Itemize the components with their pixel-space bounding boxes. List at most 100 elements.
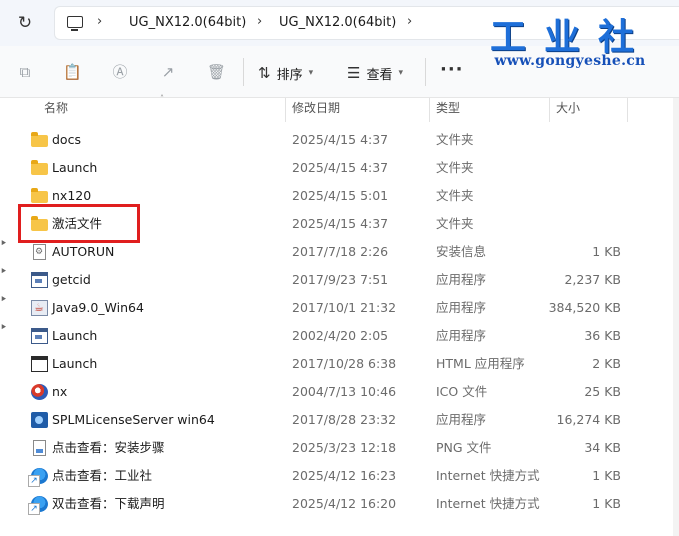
file-row[interactable]: Launch 2002/4/20 2:05 应用程序 36 KB xyxy=(0,322,679,350)
watermark-logo: 工业社 www.gongyeshe.cn xyxy=(470,8,670,78)
file-row[interactable]: 点击查看：工业社 2025/4/12 16:23 Internet 快捷方式 1 KB xyxy=(0,462,679,490)
window-icon xyxy=(31,356,48,372)
chevron-right-icon[interactable]: › xyxy=(407,14,412,29)
file-date: 2004/7/13 10:46 xyxy=(292,384,397,399)
file-name: 点击查看：工业社 xyxy=(52,468,153,483)
internet-shortcut-icon xyxy=(28,468,48,487)
file-date: 2025/4/15 5:01 xyxy=(292,188,389,203)
file-type: HTML 应用程序 xyxy=(436,356,525,371)
column-header-type[interactable]: 类型 xyxy=(436,98,460,122)
license-server-icon xyxy=(31,412,48,428)
file-type: 应用程序 xyxy=(436,272,487,287)
java-icon xyxy=(31,300,48,316)
file-row[interactable]: getcid 2017/9/23 7:51 应用程序 2,237 KB xyxy=(0,266,679,294)
file-type: 安装信息 xyxy=(436,244,487,259)
file-row[interactable]: SPLMLicenseServer win64 2017/8/28 23:32 应用… xyxy=(0,406,679,434)
delete-icon[interactable]: 🗑 xyxy=(207,63,226,81)
chevron-right-icon[interactable]: › xyxy=(97,14,102,29)
file-size: 1 KB xyxy=(592,468,621,483)
file-size: 25 KB xyxy=(584,384,621,399)
png-file-icon xyxy=(33,440,46,456)
folder-icon xyxy=(31,188,48,203)
file-type: 文件夹 xyxy=(436,188,474,203)
file-date: 2002/4/20 2:05 xyxy=(292,328,389,343)
file-name: nx xyxy=(52,384,68,399)
sort-icon: ⇅ xyxy=(258,64,271,82)
application-icon xyxy=(31,328,48,344)
file-row[interactable]: 点击查看：安装步骤 2025/3/23 12:18 PNG 文件 34 KB xyxy=(0,434,679,462)
file-row[interactable]: Launch 2025/4/15 4:37 文件夹 xyxy=(0,154,679,182)
chevron-down-icon: ▾ xyxy=(308,68,314,78)
folder-icon xyxy=(31,132,48,147)
file-row[interactable]: docs 2025/4/15 4:37 文件夹 xyxy=(0,126,679,154)
file-name: docs xyxy=(52,132,81,147)
vertical-scrollbar[interactable] xyxy=(673,98,679,536)
internet-shortcut-icon xyxy=(28,496,48,515)
file-date: 2017/8/28 23:32 xyxy=(292,412,397,427)
sort-label: 排序 xyxy=(276,67,303,83)
column-divider[interactable] xyxy=(285,98,286,122)
view-button[interactable]: ☰ 查看 ▾ xyxy=(347,62,403,84)
file-type: 应用程序 xyxy=(436,328,487,343)
column-divider[interactable] xyxy=(429,98,430,122)
file-list: docs 2025/4/15 4:37 文件夹 Launch 2025/4/15 4:3… xyxy=(0,126,679,518)
column-header-date[interactable]: 修改日期 xyxy=(292,98,340,122)
file-type: 应用程序 xyxy=(436,300,487,315)
chevron-down-icon: ▾ xyxy=(398,68,403,78)
file-date: 2025/4/15 4:37 xyxy=(292,216,389,231)
file-size: 36 KB xyxy=(584,328,621,343)
chevron-right-icon[interactable]: › xyxy=(257,14,262,29)
file-type: 文件夹 xyxy=(436,216,474,231)
application-icon xyxy=(31,272,48,288)
breadcrumb-item[interactable]: UG_NX12.0(64bit) xyxy=(279,15,396,30)
file-type: 应用程序 xyxy=(436,412,487,427)
toolbar-divider xyxy=(243,58,244,86)
file-row[interactable]: Java9.0_Win64 2017/10/1 21:32 应用程序 384,520 … xyxy=(0,294,679,322)
file-date: 2025/4/15 4:37 xyxy=(292,160,389,175)
column-divider[interactable] xyxy=(549,98,550,122)
file-date: 2017/10/1 21:32 xyxy=(292,300,397,315)
more-options-button[interactable]: ··· xyxy=(440,59,464,80)
file-row[interactable]: 双击查看：下载声明 2025/4/12 16:20 Internet 快捷方式 1 K… xyxy=(0,490,679,518)
file-date: 2017/7/18 2:26 xyxy=(292,244,389,259)
breadcrumb-item[interactable]: UG_NX12.0(64bit) xyxy=(129,15,246,30)
file-type: ICO 文件 xyxy=(436,384,488,399)
paste-icon[interactable]: 📋 xyxy=(63,63,82,81)
share-icon[interactable]: ↗ xyxy=(159,63,177,81)
toolbar-divider xyxy=(425,58,426,86)
file-name: Launch xyxy=(52,160,98,175)
file-size: 34 KB xyxy=(584,440,621,455)
file-size: 1 KB xyxy=(592,244,621,259)
file-size: 384,520 KB xyxy=(548,300,621,315)
copy-icon[interactable]: ⧉ xyxy=(16,63,34,81)
column-header-name[interactable]: 名称 xyxy=(44,98,68,122)
folder-icon xyxy=(31,160,48,175)
file-size: 2 KB xyxy=(592,356,621,371)
refresh-icon[interactable]: ↻ xyxy=(14,12,36,34)
file-row[interactable]: nx 2004/7/13 10:46 ICO 文件 25 KB xyxy=(0,378,679,406)
file-date: 2025/4/12 16:23 xyxy=(292,468,397,483)
file-type: 文件夹 xyxy=(436,132,474,147)
file-date: 2025/4/12 16:20 xyxy=(292,496,397,511)
file-name: Launch xyxy=(52,356,98,371)
rename-icon[interactable]: Ⓐ xyxy=(111,63,129,81)
file-type: PNG 文件 xyxy=(436,440,492,455)
ico-file-icon xyxy=(31,384,48,400)
file-type: Internet 快捷方式 xyxy=(436,496,540,511)
sort-button[interactable]: ⇅ 排序 ▾ xyxy=(258,62,313,84)
setup-info-icon xyxy=(33,244,46,260)
file-type: Internet 快捷方式 xyxy=(436,468,540,483)
file-name: SPLMLicenseServer win64 xyxy=(52,412,215,427)
file-date: 2017/10/28 6:38 xyxy=(292,356,397,371)
view-label: 查看 xyxy=(366,67,393,83)
column-header-size[interactable]: 大小 xyxy=(556,98,580,122)
this-pc-icon[interactable] xyxy=(67,16,83,31)
file-name: getcid xyxy=(52,272,91,287)
column-headers: ˄ 名称 修改日期 类型 大小 xyxy=(0,94,679,122)
file-row[interactable]: Launch 2017/10/28 6:38 HTML 应用程序 2 KB xyxy=(0,350,679,378)
file-date: 2025/3/23 12:18 xyxy=(292,440,397,455)
sort-ascending-icon: ˄ xyxy=(160,94,164,103)
logo-url: www.gongyeshe.cn xyxy=(494,53,646,69)
highlight-box xyxy=(18,204,140,243)
column-divider[interactable] xyxy=(627,98,628,122)
